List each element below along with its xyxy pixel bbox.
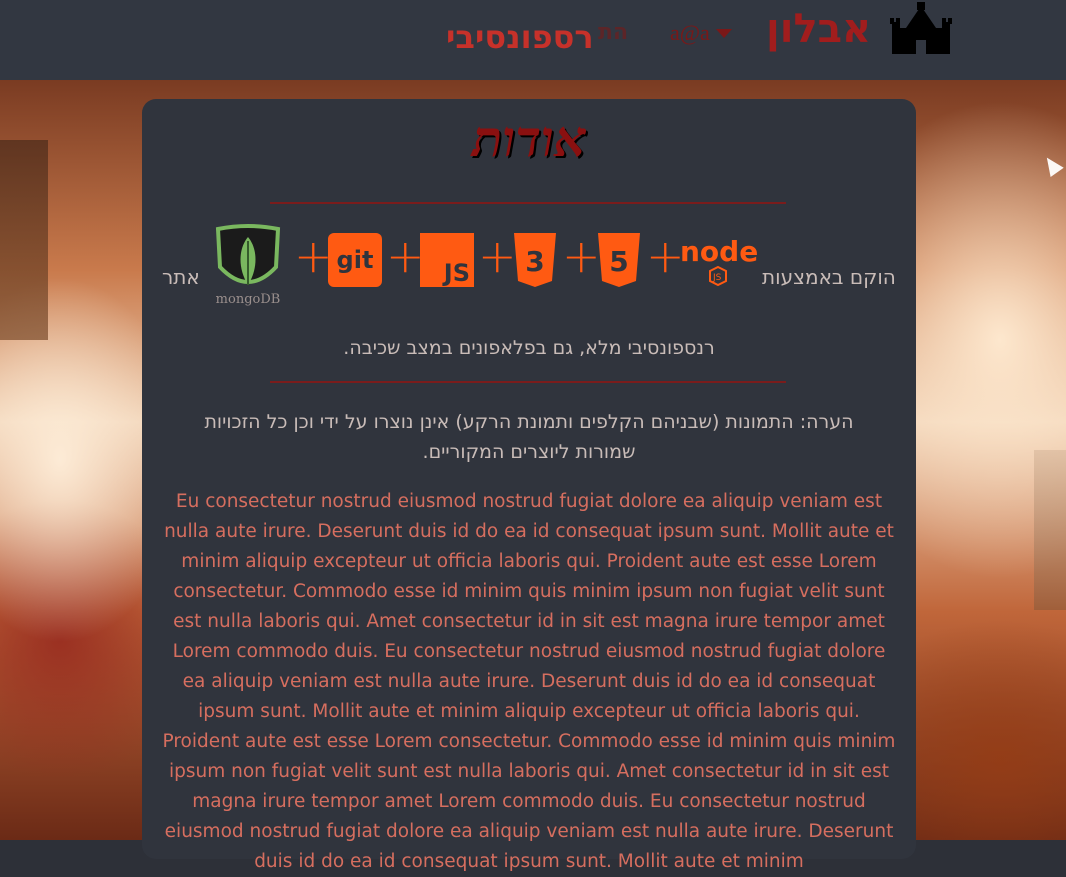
- page-title: אודות: [471, 109, 587, 168]
- css3-logo: 3: [514, 233, 556, 287]
- background-lamp: [0, 140, 48, 340]
- git-logo: git: [328, 233, 382, 287]
- plus-sign: +: [646, 229, 685, 283]
- chevron-down-icon[interactable]: [715, 28, 732, 38]
- top-navbar: אבלון a@a הת רספונסיבי: [0, 0, 1066, 80]
- plus-sign: +: [562, 229, 601, 283]
- mongodb-logo-text: mongoDB: [216, 292, 281, 307]
- js-logo-text: JS: [442, 259, 470, 287]
- mongodb-logo: mongoDB: [216, 224, 281, 307]
- plus-sign: +: [294, 229, 333, 283]
- section-divider: [270, 381, 786, 383]
- background-tower: [1034, 450, 1066, 610]
- built-with-label: הוקם באמצעות: [762, 265, 896, 289]
- node-logo: node JS: [680, 237, 758, 287]
- git-logo-text: git: [337, 246, 374, 274]
- site-label: אתר: [162, 265, 200, 289]
- user-menu-dropdown[interactable]: a@a: [670, 16, 732, 50]
- svg-text:3: 3: [525, 245, 544, 278]
- nav-link-partial[interactable]: הת: [598, 20, 628, 45]
- castle-icon[interactable]: [890, 2, 952, 56]
- plus-sign: +: [386, 229, 425, 283]
- node-logo-text: node: [680, 237, 758, 268]
- about-body-text: Eu consectetur nostrud eiusmod nostrud f…: [162, 491, 896, 872]
- title-divider: [270, 202, 786, 204]
- svg-text:JS: JS: [712, 273, 722, 283]
- brand-name[interactable]: אבלון: [766, 6, 871, 56]
- js-logo: JS: [420, 233, 474, 287]
- plus-sign: +: [478, 229, 517, 283]
- nav-link-responsive[interactable]: רספונסיבי: [446, 18, 594, 56]
- user-menu-label[interactable]: a@a: [670, 20, 710, 46]
- html5-logo: 5: [598, 233, 640, 287]
- responsive-note: רנספונסיבי מלא, גם בפלאפונים במצב שכיבה.: [343, 337, 715, 359]
- about-card: אודות הוקם באמצעות אתר node JS + 5 + 3 +…: [142, 99, 916, 872]
- svg-text:5: 5: [609, 245, 628, 278]
- credits-note: הערה: התמונות (שבניהם הקלפים ותמונת הרקע…: [204, 411, 854, 463]
